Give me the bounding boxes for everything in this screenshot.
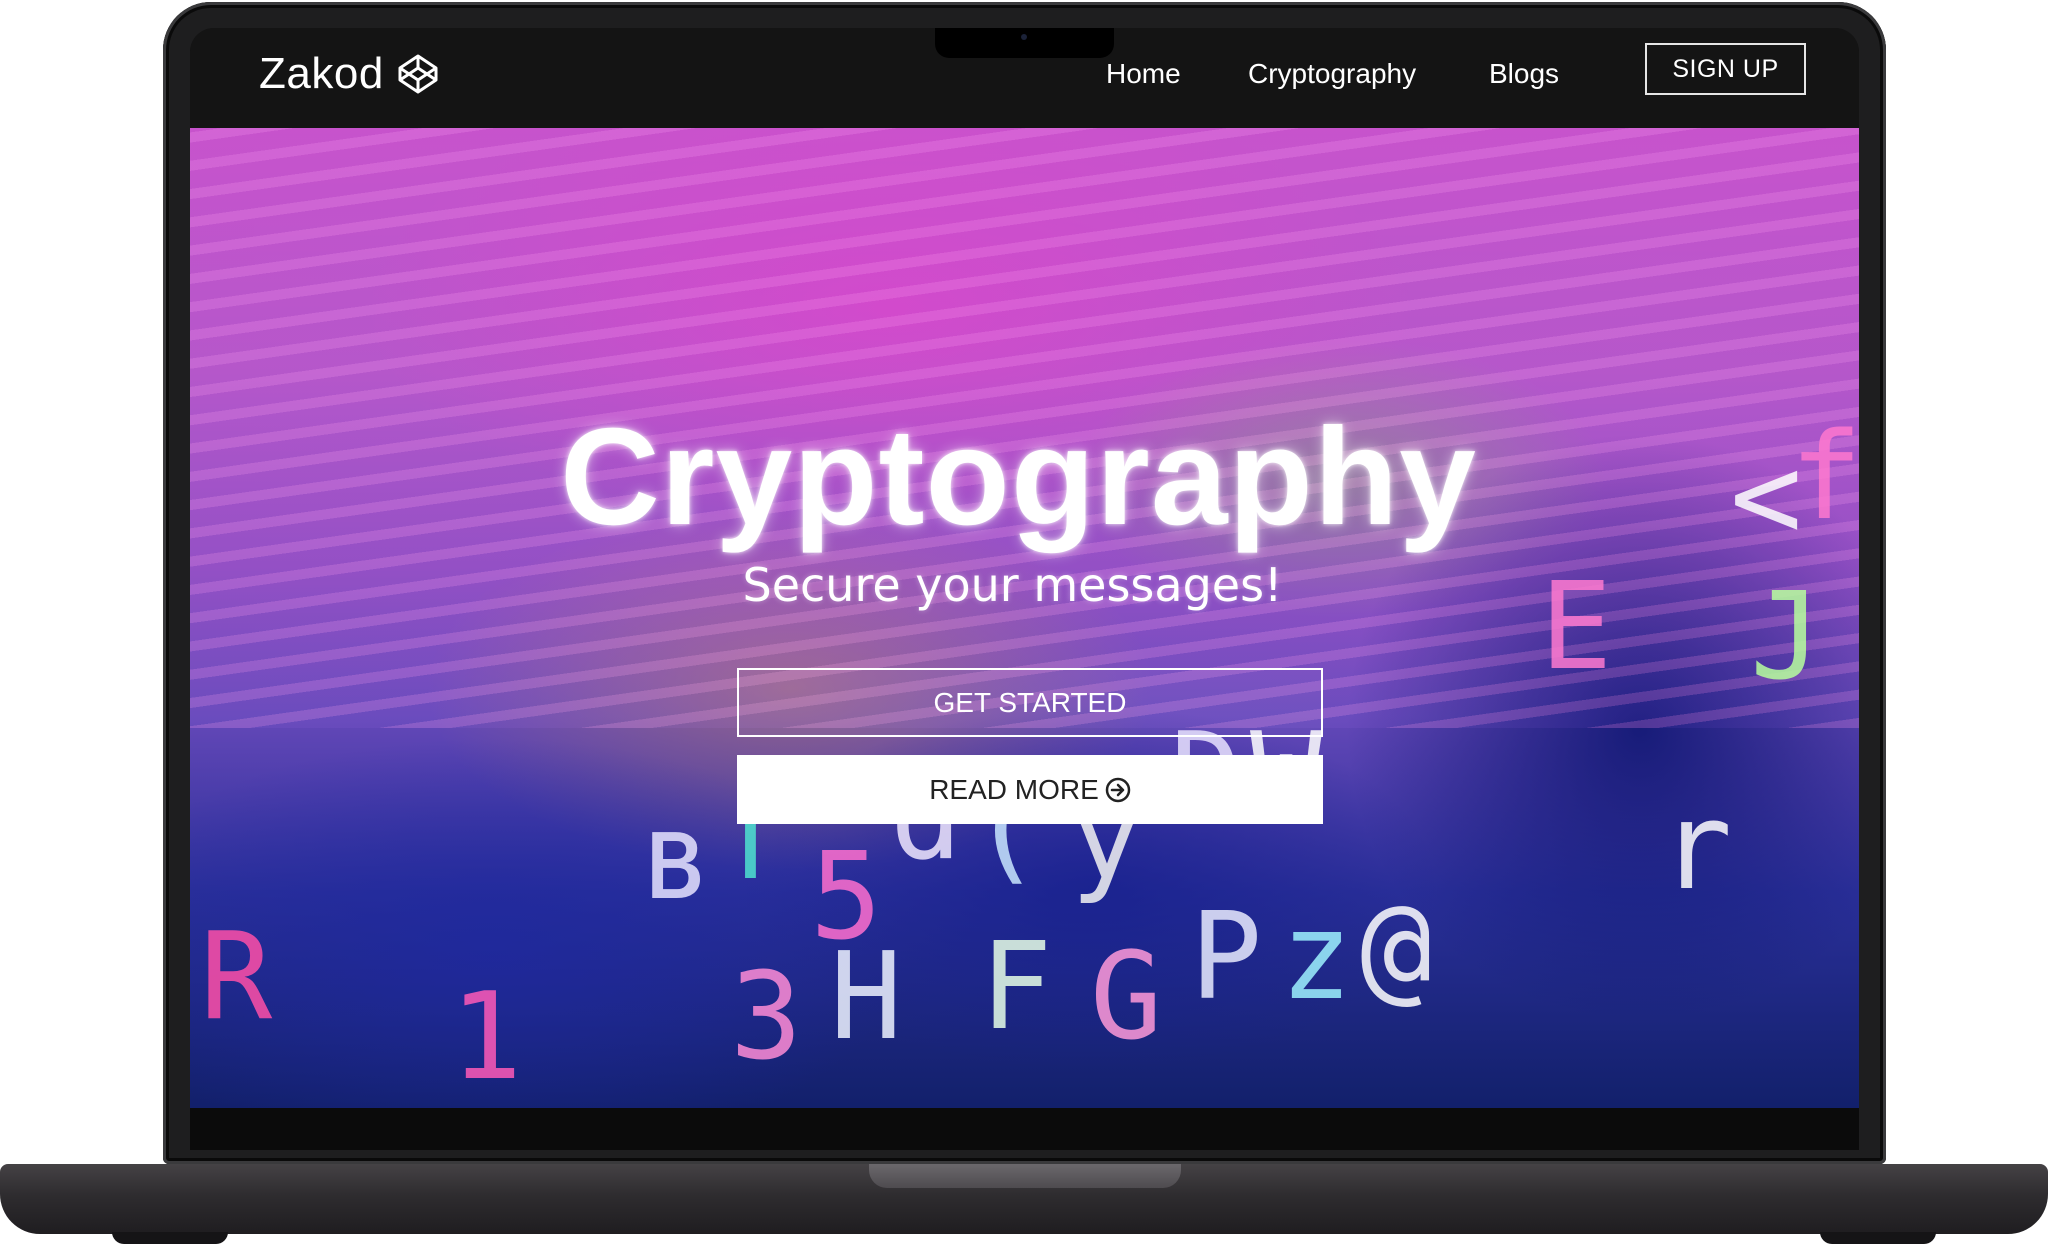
read-more-label: READ MORE: [929, 773, 1099, 805]
hero-subtitle: Secure your messages!: [742, 558, 1283, 612]
get-started-label: GET STARTED: [933, 686, 1127, 718]
nav-links: Home Cryptography Blogs: [190, 52, 1859, 96]
browser-screen: Zakod Home Cryptography Blogs SIGN UP в …: [190, 28, 1859, 1108]
sign-up-button[interactable]: SIGN UP: [1645, 43, 1806, 95]
camera-notch: [935, 28, 1114, 58]
nav-item-home[interactable]: Home: [1106, 52, 1181, 96]
arrow-right-circle-icon: [1105, 777, 1131, 802]
read-more-button[interactable]: READ MORE: [737, 755, 1323, 824]
get-started-button[interactable]: GET STARTED: [737, 668, 1323, 737]
nav-item-blogs[interactable]: Blogs: [1489, 52, 1559, 96]
laptop-foot-right: [1820, 1232, 1936, 1244]
laptop-opening-lip: [869, 1164, 1181, 1188]
laptop-foot-left: [112, 1232, 228, 1244]
laptop-mockup: Zakod Home Cryptography Blogs SIGN UP в …: [0, 0, 2048, 1247]
hero-title: Cryptography: [560, 400, 1477, 554]
nav-item-cryptography[interactable]: Cryptography: [1248, 52, 1416, 96]
hero-section: в г 5 d ( y D W 3 H F G P z @ r < f J E: [190, 128, 1859, 1108]
camera-icon: [1021, 34, 1027, 40]
hero-background-glyphs: в г 5 d ( y D W 3 H F G P z @ r < f J E: [200, 408, 1859, 1107]
